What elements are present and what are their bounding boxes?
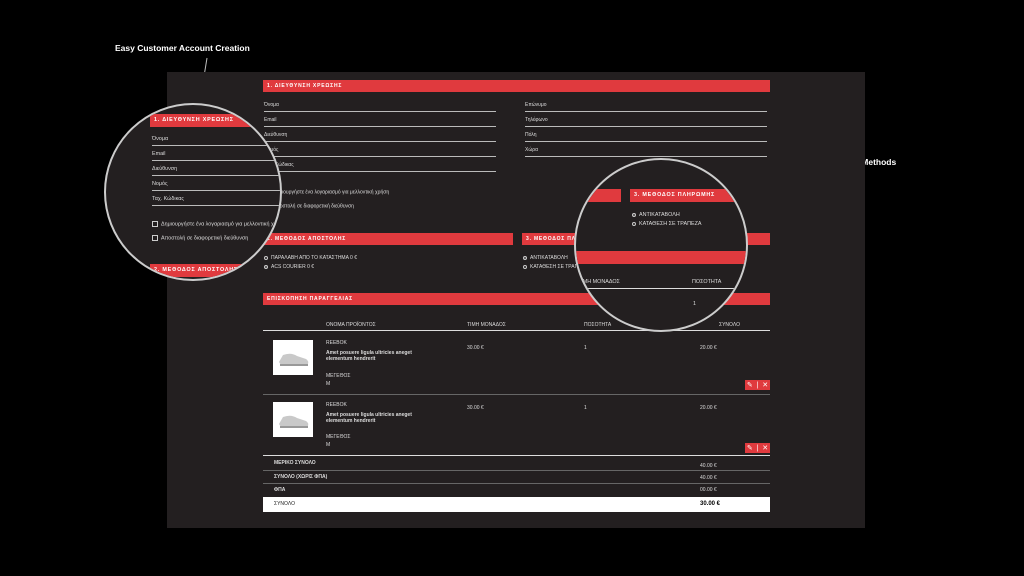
shipping-section-header: 2. ΜΕΘΟΔΟΣ ΑΠΟΣΤΟΛΗΣ <box>150 264 280 277</box>
unit-price: 30.00 € <box>467 405 484 411</box>
row-divider <box>263 394 770 395</box>
bar-fragment <box>576 189 621 202</box>
radio-icon[interactable] <box>632 221 636 226</box>
edit-icon[interactable]: ✎ <box>747 381 753 389</box>
size-label: ΜΕΓΕΘΟΣ <box>326 434 351 440</box>
product-brand[interactable]: REEBOK <box>326 402 347 408</box>
magnifier-payment: 3. ΜΕΘΟΔΟΣ ΠΛΗΡΩΜΗΣ ΑΝΤΙΚΑΤΑΒΟΛΗ ΚΑΤΑΘΕΣ… <box>574 158 748 332</box>
radio-selected-icon[interactable] <box>523 255 527 260</box>
subtotal-label: ΜΕΡΙΚΟ ΣΥΝΟΛΟ <box>274 460 316 466</box>
totals-divider <box>263 483 770 484</box>
radio-icon[interactable] <box>523 264 527 269</box>
payment-option-cod[interactable]: ΑΝΤΙΚΑΤΑΒΟΛΗ <box>523 255 568 261</box>
product-description: Amet posuere ligula ultricies aneget ele… <box>326 350 412 362</box>
create-account-label: Δημιουργήστε ένα λογαριασμό για μελλοντι… <box>273 189 390 196</box>
address-field[interactable]: Διεύθυνση <box>264 131 496 142</box>
close-icon[interactable]: ✕ <box>762 381 768 389</box>
product-description: Amet posuere ligula ultricies aneget ele… <box>326 412 412 424</box>
edit-icon[interactable]: ✎ <box>747 444 753 452</box>
prefecture-field[interactable]: Νομός <box>264 146 496 157</box>
quantity[interactable]: 1 <box>584 345 587 351</box>
phone-field[interactable]: Τηλέφωνο <box>525 116 767 127</box>
table-header-divider <box>263 330 770 331</box>
vat-label: ΦΠΑ <box>274 487 286 493</box>
last-name-field[interactable]: Επώνυμο <box>525 101 767 112</box>
address-field[interactable]: Διεύθυνση <box>152 164 280 176</box>
billing-section-header: 1. ΔΙΕΥΘΥΝΣΗ ΧΡΕΩΣΗΣ <box>150 114 280 127</box>
payment-section-header: 3. ΜΕΘΟΔΟΣ ΠΛΗΡΩΜΗΣ <box>630 189 746 202</box>
checkbox-icon[interactable] <box>152 221 158 227</box>
postal-code-field[interactable]: Ταχ. Κώδικας <box>152 194 280 206</box>
grand-total-label: ΣΥΝΟΛΟ <box>274 501 295 507</box>
net-label: ΣΥΝΟΛΟ (ΧΩΡΙΣ ΦΠΑ) <box>274 474 328 480</box>
bar-fragment <box>576 251 746 264</box>
unit-price: 30.00 € <box>467 345 484 351</box>
divider: | <box>756 444 759 452</box>
row-divider <box>263 455 770 456</box>
sneaker-icon <box>279 353 309 366</box>
create-account-checkbox[interactable]: Δημιουργήστε ένα λογαριασμό για μελλοντι… <box>264 189 389 195</box>
close-icon[interactable]: ✕ <box>762 444 768 452</box>
line-total: 20.00 € <box>700 345 717 351</box>
postal-code-field[interactable]: Ταχ. Κώδικας <box>264 161 496 172</box>
payment-option-bank[interactable]: ΚΑΤΑΘΕΣΗ ΣΕ ΤΡΑΠΕΖΑ <box>632 221 701 227</box>
product-brand[interactable]: REEBOK <box>326 340 347 346</box>
checkbox-icon[interactable] <box>152 235 158 241</box>
billing-section-header: 1. ΔΙΕΥΘΥΝΣΗ ΧΡΕΩΣΗΣ <box>263 80 770 92</box>
row-actions: ✎ | ✕ <box>745 443 770 453</box>
email-field[interactable]: Email <box>152 149 280 161</box>
net-value: 40.00 € <box>700 475 717 481</box>
vat-value: 00.00 € <box>700 487 717 493</box>
table-header-divider <box>576 288 746 289</box>
quantity[interactable]: 1 <box>584 405 587 411</box>
magnifier-account: 1. ΔΙΕΥΘΥΝΣΗ ΧΡΕΩΣΗΣ Όνομα Email Διεύθυν… <box>104 103 282 281</box>
product-image[interactable] <box>273 402 313 437</box>
ship-different-checkbox[interactable]: Αποστολή σε διαφορετική διεύθυνση <box>152 235 248 241</box>
size-label: ΜΕΓΕΘΟΣ <box>326 373 351 379</box>
totals-divider <box>263 470 770 471</box>
row-actions: ✎ | ✕ <box>745 380 770 390</box>
ship-different-label: Αποστολή σε διαφορετική διεύθυνση <box>273 203 354 210</box>
col-unit-price: ΤΙΜΗ ΜΟΝΑΔΟΣ <box>467 322 506 328</box>
divider: | <box>756 381 759 389</box>
country-field[interactable]: Χώρα <box>525 146 767 157</box>
payment-option-cod[interactable]: ΑΝΤΙΚΑΤΑΒΟΛΗ <box>632 212 680 218</box>
col-product-name: ΟΝΟΜΑ ΠΡΟΪΟΝΤΟΣ <box>326 322 376 328</box>
create-account-checkbox[interactable]: Δημιουργήστε ένα λογαριασμό για μελλοντι… <box>152 221 280 227</box>
product-image[interactable] <box>273 340 313 375</box>
shipping-section-header: 2. ΜΕΘΟΔΟΣ ΑΠΟΣΤΟΛΗΣ <box>263 233 513 245</box>
quantity[interactable]: 1 <box>693 301 696 307</box>
col-unit-price: ΤΙΜΗ ΜΟΝΑΔΟΣ <box>578 279 620 285</box>
sneaker-icon <box>279 415 309 428</box>
grand-total-row: ΣΥΝΟΛΟ 30.00 € <box>263 497 770 512</box>
line-total: 20.00 € <box>700 405 717 411</box>
city-field[interactable]: Πόλη <box>525 131 767 142</box>
prefecture-field[interactable]: Νομός <box>152 179 280 191</box>
size-value: M <box>326 442 331 448</box>
subtotal-value: 40.00 € <box>700 463 717 469</box>
email-field[interactable]: Email <box>264 116 496 127</box>
first-name-field[interactable]: Όνομα <box>152 134 280 146</box>
col-quantity: ΠΟΣΟΤΗΤΑ <box>692 279 722 285</box>
grand-total-value: 30.00 € <box>700 501 721 507</box>
radio-selected-icon[interactable] <box>632 212 636 217</box>
size-value: M <box>326 381 331 387</box>
first-name-field[interactable]: Όνομα <box>264 101 496 112</box>
